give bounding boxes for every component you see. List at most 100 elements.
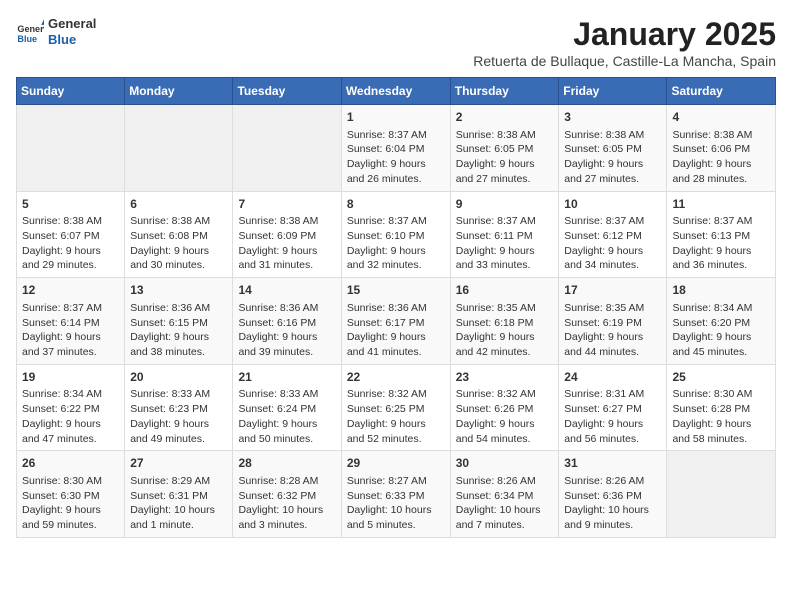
calendar-cell — [125, 105, 233, 192]
day-info: Sunset: 6:30 PM — [22, 489, 119, 504]
day-number: 7 — [238, 196, 335, 213]
day-info: and 33 minutes. — [456, 258, 554, 273]
day-info: Sunset: 6:28 PM — [672, 402, 770, 417]
day-info: and 56 minutes. — [564, 432, 661, 447]
logo-icon: General Blue — [16, 18, 44, 46]
day-info: Daylight: 9 hours — [672, 157, 770, 172]
day-info: Daylight: 9 hours — [347, 157, 445, 172]
calendar-cell: 23Sunrise: 8:32 AMSunset: 6:26 PMDayligh… — [450, 364, 559, 451]
day-info: and 49 minutes. — [130, 432, 227, 447]
day-info: Sunrise: 8:30 AM — [22, 474, 119, 489]
day-number: 23 — [456, 369, 554, 386]
day-number: 21 — [238, 369, 335, 386]
calendar-cell: 27Sunrise: 8:29 AMSunset: 6:31 PMDayligh… — [125, 451, 233, 538]
calendar-title: January 2025 — [473, 16, 776, 53]
calendar-cell: 14Sunrise: 8:36 AMSunset: 6:16 PMDayligh… — [233, 278, 341, 365]
day-number: 13 — [130, 282, 227, 299]
day-info: and 41 minutes. — [347, 345, 445, 360]
day-number: 25 — [672, 369, 770, 386]
calendar-cell — [667, 451, 776, 538]
calendar-week-row: 26 Sunrise: 8:30 AMSunset: 6:30 PM Dayligh… — [17, 451, 776, 538]
day-info: Sunset: 6:04 PM — [347, 142, 445, 157]
weekday-header-friday: Friday — [559, 78, 667, 105]
day-number: 30 — [456, 455, 554, 472]
day-info: Sunset: 6:05 PM — [456, 142, 554, 157]
calendar-cell: 31Sunrise: 8:26 AMSunset: 6:36 PMDayligh… — [559, 451, 667, 538]
day-info: Sunrise: 8:27 AM — [347, 474, 445, 489]
day-info: Sunrise: 8:34 AM — [672, 301, 770, 316]
day-number: 1 — [347, 109, 445, 126]
day-info: and 26 minutes. — [347, 172, 445, 187]
day-info: Sunset: 6:10 PM — [347, 229, 445, 244]
calendar-cell — [17, 105, 125, 192]
day-info: Sunset: 6:26 PM — [456, 402, 554, 417]
day-info: Daylight: 9 hours — [564, 157, 661, 172]
weekday-header-saturday: Saturday — [667, 78, 776, 105]
day-info: Sunrise: 8:36 AM — [238, 301, 335, 316]
day-info: Daylight: 9 hours — [130, 330, 227, 345]
day-number: 12 — [22, 282, 119, 299]
day-info: Sunrise: 8:32 AM — [347, 387, 445, 402]
weekday-header-sunday: Sunday — [17, 78, 125, 105]
day-info: Sunset: 6:06 PM — [672, 142, 770, 157]
day-info: and 31 minutes. — [238, 258, 335, 273]
page-header: General Blue General Blue January 2025 R… — [16, 16, 776, 69]
svg-text:Blue: Blue — [17, 33, 37, 43]
day-info: and 50 minutes. — [238, 432, 335, 447]
day-info: Daylight: 9 hours — [456, 330, 554, 345]
day-info: and 29 minutes. — [22, 258, 119, 273]
day-info: Daylight: 10 hours — [347, 503, 445, 518]
day-info: and 30 minutes. — [130, 258, 227, 273]
calendar-cell: 20Sunrise: 8:33 AMSunset: 6:23 PMDayligh… — [125, 364, 233, 451]
day-info: Sunset: 6:33 PM — [347, 489, 445, 504]
day-number: 16 — [456, 282, 554, 299]
day-info: and 9 minutes. — [564, 518, 661, 533]
day-info: and 52 minutes. — [347, 432, 445, 447]
day-info: and 1 minute. — [130, 518, 227, 533]
day-info: Sunrise: 8:29 AM — [130, 474, 227, 489]
day-number: 31 — [564, 455, 661, 472]
day-number: 26 — [22, 455, 119, 472]
day-info: Sunrise: 8:32 AM — [456, 387, 554, 402]
day-info: and 36 minutes. — [672, 258, 770, 273]
day-number: 27 — [130, 455, 227, 472]
day-info: Daylight: 9 hours — [456, 157, 554, 172]
day-number: 11 — [672, 196, 770, 213]
calendar-week-row: 19Sunrise: 8:34 AMSunset: 6:22 PMDayligh… — [17, 364, 776, 451]
day-info: Sunrise: 8:33 AM — [130, 387, 227, 402]
day-number: 6 — [130, 196, 227, 213]
calendar-cell: 3Sunrise: 8:38 AMSunset: 6:05 PMDaylight… — [559, 105, 667, 192]
day-info: Sunset: 6:19 PM — [564, 316, 661, 331]
day-info: Sunrise: 8:37 AM — [22, 301, 119, 316]
calendar-cell — [233, 105, 341, 192]
day-info: Sunrise: 8:28 AM — [238, 474, 335, 489]
calendar-cell: 4Sunrise: 8:38 AMSunset: 6:06 PMDaylight… — [667, 105, 776, 192]
day-info: Sunrise: 8:38 AM — [238, 214, 335, 229]
day-info: Sunrise: 8:26 AM — [564, 474, 661, 489]
calendar-cell: 21Sunrise: 8:33 AMSunset: 6:24 PMDayligh… — [233, 364, 341, 451]
day-number: 14 — [238, 282, 335, 299]
day-info: and 54 minutes. — [456, 432, 554, 447]
calendar-week-row: 1Sunrise: 8:37 AMSunset: 6:04 PMDaylight… — [17, 105, 776, 192]
calendar-cell: 5Sunrise: 8:38 AMSunset: 6:07 PMDaylight… — [17, 191, 125, 278]
calendar-cell: 16Sunrise: 8:35 AMSunset: 6:18 PMDayligh… — [450, 278, 559, 365]
day-info: Sunset: 6:32 PM — [238, 489, 335, 504]
day-info: Sunrise: 8:38 AM — [672, 128, 770, 143]
day-info: and 47 minutes. — [22, 432, 119, 447]
calendar-subtitle: Retuerta de Bullaque, Castille-La Mancha… — [473, 53, 776, 69]
calendar-cell: 19Sunrise: 8:34 AMSunset: 6:22 PMDayligh… — [17, 364, 125, 451]
weekday-header-monday: Monday — [125, 78, 233, 105]
day-info: Sunrise: 8:37 AM — [347, 128, 445, 143]
day-info: Sunset: 6:08 PM — [130, 229, 227, 244]
calendar-cell: 11Sunrise: 8:37 AMSunset: 6:13 PMDayligh… — [667, 191, 776, 278]
day-info: Sunset: 6:11 PM — [456, 229, 554, 244]
day-info: and 27 minutes. — [564, 172, 661, 187]
calendar-cell: 25Sunrise: 8:30 AMSunset: 6:28 PMDayligh… — [667, 364, 776, 451]
day-info: Sunrise: 8:37 AM — [672, 214, 770, 229]
day-info: Sunset: 6:34 PM — [456, 489, 554, 504]
day-info: and 58 minutes. — [672, 432, 770, 447]
day-number: 24 — [564, 369, 661, 386]
day-info: and 39 minutes. — [238, 345, 335, 360]
calendar-cell: 24Sunrise: 8:31 AMSunset: 6:27 PMDayligh… — [559, 364, 667, 451]
calendar-week-row: 12Sunrise: 8:37 AMSunset: 6:14 PMDayligh… — [17, 278, 776, 365]
